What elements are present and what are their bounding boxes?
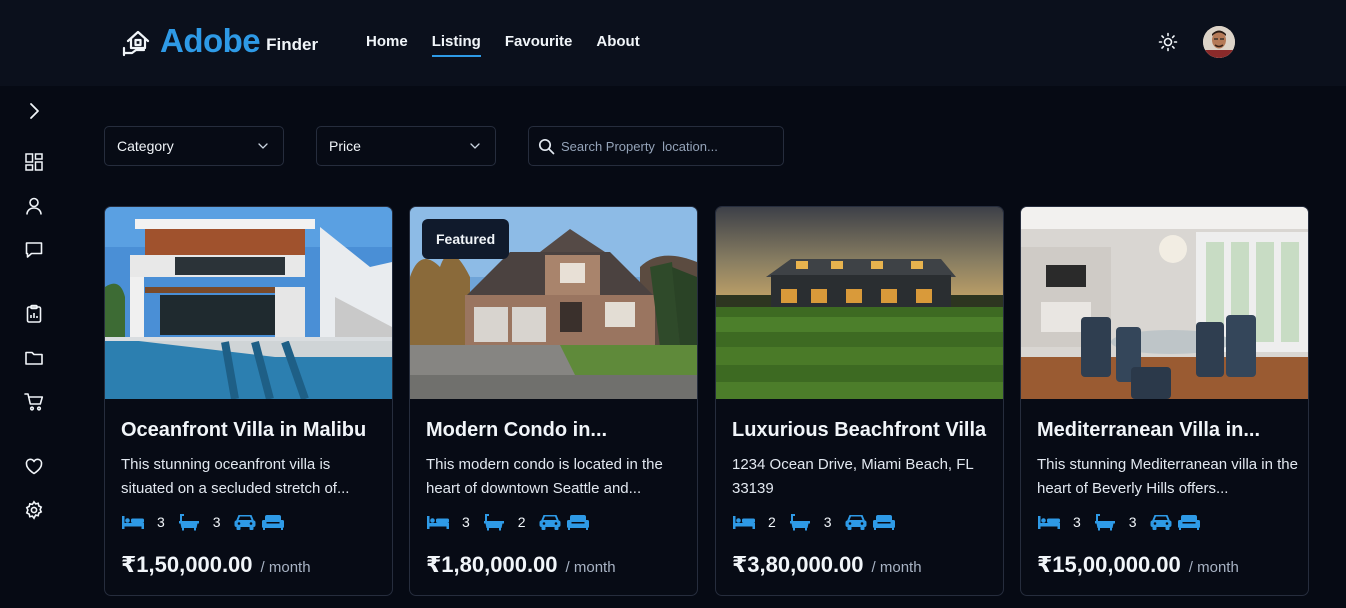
property-card[interactable]: Oceanfront Villa in Malibu This stunning… <box>104 206 393 596</box>
property-features: 3 3 <box>121 513 285 531</box>
chevron-right-icon[interactable] <box>23 100 45 122</box>
car-icon <box>234 515 256 530</box>
folder-icon[interactable] <box>23 347 45 369</box>
clipboard-chart-icon[interactable] <box>23 303 45 325</box>
property-features: 3 3 <box>1037 513 1201 531</box>
car-icon <box>845 515 867 530</box>
property-image[interactable] <box>105 207 392 399</box>
property-price: ₹3,80,000.00 / month <box>732 552 922 578</box>
sidebar <box>0 86 68 608</box>
nav-home[interactable]: Home <box>366 33 408 55</box>
price-period: / month <box>565 559 616 576</box>
property-address: 1234 Ocean Drive, Miami Beach, FL 33139 <box>732 456 974 497</box>
property-price: ₹1,50,000.00 / month <box>121 552 311 578</box>
property-image[interactable] <box>1021 207 1308 399</box>
price-amount: ₹1,80,000.00 <box>426 552 558 577</box>
sofa-icon <box>1177 515 1200 530</box>
chevron-down-icon <box>470 143 480 149</box>
property-title[interactable]: Modern Condo in... <box>426 419 607 442</box>
property-card[interactable]: Mediterranean Villa in... This stunning … <box>1020 206 1309 596</box>
property-features: 2 3 <box>732 513 896 531</box>
property-card[interactable]: Luxurious Beachfront Villa 1234 Ocean Dr… <box>715 206 1004 596</box>
property-price: ₹15,00,000.00 / month <box>1037 552 1239 578</box>
settings-icon[interactable] <box>23 499 45 521</box>
property-image[interactable]: Featured <box>410 207 697 399</box>
property-title[interactable]: Oceanfront Villa in Malibu <box>121 419 366 442</box>
sofa-icon <box>566 515 589 530</box>
sun-icon[interactable] <box>1158 32 1178 52</box>
beds-count: 3 <box>157 514 165 530</box>
user-icon[interactable] <box>23 195 45 217</box>
nav-about[interactable]: About <box>596 33 639 55</box>
brand-name: Adobe <box>160 22 261 59</box>
brand-sub: Finder <box>266 35 319 54</box>
property-description: This stunning Mediterranean villa in the… <box>1037 456 1298 497</box>
baths-count: 2 <box>517 514 526 530</box>
bed-icon <box>733 516 755 529</box>
search-box <box>528 126 784 166</box>
house-hand-logo-icon <box>122 30 150 57</box>
bed-icon <box>1038 516 1060 529</box>
bed-icon <box>122 516 144 529</box>
bath-icon <box>1094 514 1115 531</box>
property-title[interactable]: Mediterranean Villa in... <box>1037 419 1260 442</box>
top-bar: Adobe Finder Home Listing Favourite Abou… <box>0 0 1346 86</box>
baths-count: 3 <box>1128 514 1137 530</box>
property-description: This stunning oceanfront villa is situat… <box>121 456 350 497</box>
bath-icon <box>483 514 504 531</box>
dashboard-icon[interactable] <box>23 151 45 173</box>
baths-count: 3 <box>823 514 832 530</box>
search-icon <box>538 138 555 155</box>
property-features: 3 2 <box>426 513 590 531</box>
search-input[interactable] <box>561 127 777 165</box>
price-period: / month <box>871 559 922 576</box>
property-image[interactable] <box>716 207 1003 399</box>
main-nav: Home Listing Favourite About <box>366 33 664 57</box>
car-icon <box>539 515 561 530</box>
category-select-label: Category <box>117 138 174 154</box>
price-select[interactable]: Price <box>316 126 496 166</box>
heart-icon[interactable] <box>23 455 45 477</box>
bath-icon <box>178 514 199 531</box>
nav-favourite[interactable]: Favourite <box>505 33 573 55</box>
baths-count: 3 <box>212 514 221 530</box>
beds-count: 3 <box>462 514 470 530</box>
bath-icon <box>789 514 810 531</box>
car-icon <box>1150 515 1172 530</box>
beds-count: 2 <box>768 514 776 530</box>
price-period: / month <box>1188 559 1239 576</box>
property-card[interactable]: Featured Modern Condo in... This modern … <box>409 206 698 596</box>
category-select[interactable]: Category <box>104 126 284 166</box>
beds-count: 3 <box>1073 514 1081 530</box>
property-price: ₹1,80,000.00 / month <box>426 552 616 578</box>
price-amount: ₹1,50,000.00 <box>121 552 253 577</box>
price-select-label: Price <box>329 138 361 154</box>
chevron-down-icon <box>258 143 268 149</box>
cart-icon[interactable] <box>23 391 45 413</box>
property-description: This modern condo is located in the hear… <box>426 456 663 497</box>
price-amount: ₹15,00,000.00 <box>1037 552 1181 577</box>
logo[interactable]: Adobe Finder <box>122 22 318 60</box>
sofa-icon <box>261 515 284 530</box>
featured-badge: Featured <box>422 219 510 259</box>
avatar[interactable] <box>1203 26 1235 58</box>
property-title[interactable]: Luxurious Beachfront Villa <box>732 419 986 442</box>
nav-listing[interactable]: Listing <box>431 33 482 57</box>
sofa-icon <box>872 515 895 530</box>
bed-icon <box>427 516 449 529</box>
price-period: / month <box>260 559 311 576</box>
price-amount: ₹3,80,000.00 <box>732 552 864 577</box>
chat-icon[interactable] <box>23 239 45 261</box>
